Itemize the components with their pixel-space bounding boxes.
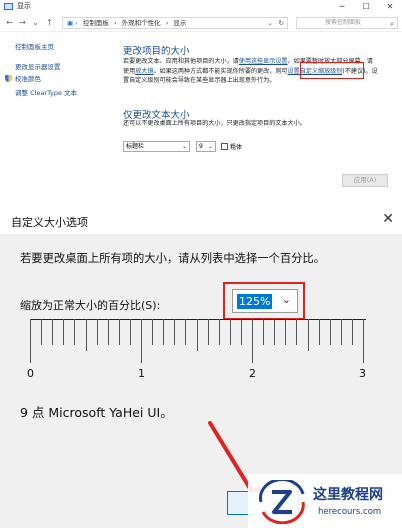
ruler-label-3: 3 [359, 367, 366, 380]
ruler-tick [185, 319, 186, 345]
ruler-tick [197, 319, 198, 351]
minimize-icon[interactable]: ─ [330, 0, 354, 14]
ruler-tick [252, 319, 253, 363]
item-select[interactable]: 标题栏 ⌄ [123, 141, 190, 152]
ruler-tick [285, 319, 286, 345]
ruler-tick [352, 319, 353, 345]
chevron-down-icon: ⌄ [181, 143, 187, 150]
ruler-baseline [30, 319, 366, 320]
display-settings-window: 显示 ─ ☐ ✕ ← → ⌄ ↑ ▣ › 控制面板 › 外观和个性化 › 显示 … [0, 0, 402, 199]
watermark-logo-icon [259, 480, 305, 524]
apply-button[interactable]: 应用(A) [342, 174, 388, 187]
shield-icon [5, 75, 12, 82]
dialog-titlebar: 自定义大小选项 ✕ [0, 207, 402, 234]
address-bar[interactable]: ▣ › 控制面板 › 外观和个性化 › 显示 ⌄ ↻ [62, 17, 288, 29]
magnifier-link[interactable]: 放大镜 [135, 68, 153, 75]
search-placeholder: 搜索控制面板 [325, 19, 362, 26]
ruler-tick [274, 319, 275, 345]
sidebar-item-home[interactable]: 控制面板主页 [15, 41, 54, 51]
forward-arrow-icon[interactable]: → [17, 17, 28, 28]
back-arrow-icon[interactable]: ← [4, 17, 15, 28]
ruler-tick [296, 319, 297, 345]
scale-combobox-highlight [223, 282, 305, 320]
search-input[interactable]: 搜索控制面板 ⌕ [296, 17, 398, 29]
ruler-tick [41, 319, 42, 345]
ruler-tick [74, 319, 75, 345]
close-icon[interactable]: ✕ [378, 0, 402, 14]
ruler-tick [241, 319, 242, 345]
ruler-tick [52, 319, 53, 345]
dialog-title: 自定义大小选项 [11, 216, 88, 229]
ruler-tick [363, 319, 364, 363]
maximize-icon[interactable]: ☐ [354, 0, 378, 14]
ruler-tick [208, 319, 209, 345]
ruler-tick [130, 319, 131, 345]
ruler-tick [263, 319, 264, 345]
monitor-icon: ▣ › [67, 19, 78, 27]
breadcrumb-appearance[interactable]: 外观和个性化 [122, 19, 161, 27]
ruler-tick [219, 319, 220, 345]
ruler-label-2: 2 [249, 367, 256, 380]
sidebar: 控制面板主页 更改显示器设置 校准颜色 调整 ClearType 文本 [0, 32, 110, 197]
ruler-tick [230, 319, 231, 345]
watermark-url: herecours.com [318, 507, 382, 517]
text-size-description: 还可以不更改桌面上所有项目的大小，只更改指定项目的文本大小。 [123, 120, 306, 127]
breadcrumb-display[interactable]: 显示 [173, 19, 186, 27]
address-bar-row: ← → ⌄ ↑ ▣ › 控制面板 › 外观和个性化 › 显示 ⌄ ↻ 搜索控制面… [0, 14, 402, 32]
ruler-tick [119, 319, 120, 345]
bold-checkbox[interactable] [221, 143, 228, 150]
ruler-tick [163, 319, 164, 345]
chevron-down-icon: ⌄ [207, 143, 213, 150]
window-title: 显示 [17, 2, 31, 10]
window-titlebar: 显示 ─ ☐ ✕ [0, 0, 402, 14]
sidebar-item-calibrate-color[interactable]: 校准颜色 [5, 73, 41, 83]
sidebar-item-cleartype[interactable]: 调整 ClearType 文本 [15, 87, 77, 97]
font-preview-text: 9 点 Microsoft YaHei UI。 [20, 405, 173, 420]
ruler-tick [108, 319, 109, 345]
ruler-label-0: 0 [27, 367, 34, 380]
scale-ruler[interactable]: 0 1 2 3 [27, 319, 366, 381]
ruler-tick [97, 319, 98, 345]
refresh-icon[interactable]: ↻ [279, 18, 284, 28]
ruler-tick [308, 319, 309, 351]
search-icon: ⌕ [390, 20, 394, 28]
scale-percentage-label: 缩放为正常大小的百分比(S): [20, 299, 161, 312]
watermark-title: 这里教程网 [313, 487, 383, 503]
recent-chevron-icon[interactable]: ⌄ [30, 17, 41, 28]
section-heading-item-size: 更改项目的大小 [123, 46, 190, 57]
font-size-select[interactable]: 9 ⌄ [196, 141, 216, 152]
ruler-tick [63, 319, 64, 345]
display-settings-link[interactable]: 使用这些显示设置 [239, 58, 288, 65]
ruler-tick [174, 319, 175, 345]
ruler-tick [152, 319, 153, 345]
ruler-tick [86, 319, 87, 351]
breadcrumb-control-panel[interactable]: 控制面板 [83, 19, 109, 27]
custom-scaling-highlight [300, 62, 364, 79]
display-app-icon [4, 3, 13, 10]
ruler-tick [30, 319, 31, 363]
ruler-tick [319, 319, 320, 345]
ruler-label-1: 1 [138, 367, 145, 380]
ruler-tick [141, 319, 142, 363]
dialog-message: 若要更改桌面上所有项的大小，请从列表中选择一个百分比。 [20, 252, 326, 265]
bold-label: 粗体 [230, 144, 243, 151]
address-dropdown-icon[interactable]: ⌄ [268, 18, 273, 28]
close-icon[interactable]: ✕ [382, 211, 394, 227]
ruler-tick [341, 319, 342, 345]
up-arrow-icon[interactable]: ↑ [44, 17, 55, 28]
sidebar-item-display-settings[interactable]: 更改显示器设置 [15, 61, 61, 71]
ruler-tick [330, 319, 331, 345]
